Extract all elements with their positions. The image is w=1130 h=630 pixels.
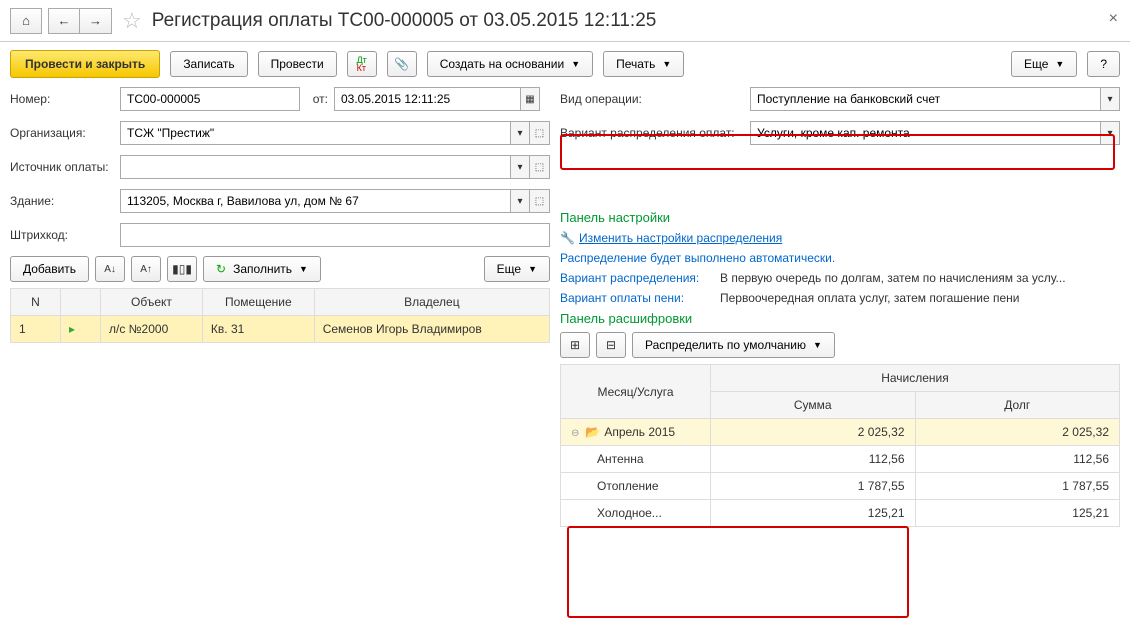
cell-sum: 1 787,55 bbox=[711, 473, 916, 500]
source-input[interactable] bbox=[120, 155, 510, 179]
cell-sum: 2 025,32 bbox=[711, 419, 916, 446]
forward-button[interactable]: → bbox=[80, 8, 112, 34]
save-button[interactable]: Записать bbox=[170, 51, 247, 77]
barcode-icon[interactable]: ▮▯▮ bbox=[167, 256, 197, 282]
op-type-input[interactable] bbox=[750, 87, 1100, 111]
calendar-icon[interactable]: ▦ bbox=[520, 87, 540, 111]
number-input[interactable] bbox=[120, 87, 300, 111]
from-label: от: bbox=[300, 92, 334, 106]
detail-table: Месяц/Услуга Начисления Сумма Долг ⊖ 📂 Апр… bbox=[560, 364, 1120, 527]
month-label: Апрель 2015 bbox=[604, 425, 675, 439]
barcode-label: Штрихкод: bbox=[10, 228, 120, 242]
sort-asc-icon[interactable]: A↓ bbox=[95, 256, 125, 282]
item-label: Антенна bbox=[561, 446, 711, 473]
penalty-val: Первоочередная оплата услуг, затем погаш… bbox=[720, 291, 1019, 305]
fill-button[interactable]: ↻Заполнить▼ bbox=[203, 256, 321, 282]
dropdown-icon[interactable]: ▾ bbox=[1100, 121, 1120, 145]
dropdown-icon[interactable]: ▾ bbox=[510, 121, 530, 145]
cell-sum: 125,21 bbox=[711, 500, 916, 527]
item-label: Отопление bbox=[561, 473, 711, 500]
date-input[interactable] bbox=[334, 87, 520, 111]
open-icon[interactable]: ⬚ bbox=[530, 189, 550, 213]
flag-icon: ▸ bbox=[61, 316, 101, 343]
tree-row-item[interactable]: Холодное... 125,21 125,21 bbox=[561, 500, 1120, 527]
distribute-label: Распределить по умолчанию bbox=[645, 338, 806, 352]
cell-n: 1 bbox=[11, 316, 61, 343]
cell-debt: 125,21 bbox=[915, 500, 1120, 527]
distribute-button[interactable]: Распределить по умолчанию▼ bbox=[632, 332, 835, 358]
attachments-icon[interactable]: 📎 bbox=[387, 51, 417, 77]
col-debt[interactable]: Долг bbox=[915, 392, 1120, 419]
cell-obj: л/с №2000 bbox=[101, 316, 203, 343]
add-button[interactable]: Добавить bbox=[10, 256, 89, 282]
expand-all-icon[interactable]: ⊞ bbox=[560, 332, 590, 358]
submit-close-button[interactable]: Провести и закрыть bbox=[10, 50, 160, 78]
wrench-icon: 🔧 bbox=[560, 231, 575, 245]
fill-label: Заполнить bbox=[233, 262, 292, 276]
building-input[interactable] bbox=[120, 189, 510, 213]
dropdown-icon[interactable]: ▾ bbox=[510, 155, 530, 179]
change-settings-link[interactable]: Изменить настройки распределения bbox=[579, 231, 782, 245]
table-row[interactable]: 1 ▸ л/с №2000 Кв. 31 Семенов Игорь Влади… bbox=[11, 316, 550, 343]
dropdown-icon[interactable]: ▾ bbox=[1100, 87, 1120, 111]
building-label: Здание: bbox=[10, 194, 120, 208]
source-label: Источник оплаты: bbox=[10, 160, 120, 174]
dist-label: Вариант распределения: bbox=[560, 271, 720, 285]
col-n[interactable]: N bbox=[11, 289, 61, 316]
folder-icon: 📂 bbox=[585, 425, 600, 439]
left-more-button[interactable]: Еще▼ bbox=[484, 256, 550, 282]
cell-owner: Семенов Игорь Владимиров bbox=[314, 316, 549, 343]
tree-row-month[interactable]: ⊖ 📂 Апрель 2015 2 025,32 2 025,32 bbox=[561, 419, 1120, 446]
more-button[interactable]: Еще▼ bbox=[1011, 51, 1077, 77]
org-input[interactable] bbox=[120, 121, 510, 145]
auto-dist-text: Распределение будет выполнено автоматиче… bbox=[560, 251, 1120, 265]
tree-row-item[interactable]: Антенна 112,56 112,56 bbox=[561, 446, 1120, 473]
dist-variant-label: Вариант распределения оплат: bbox=[560, 126, 750, 140]
create-based-label: Создать на основании bbox=[440, 57, 565, 71]
item-label: Холодное... bbox=[561, 500, 711, 527]
submit-button[interactable]: Провести bbox=[258, 51, 337, 77]
close-icon[interactable]: × bbox=[1109, 10, 1118, 28]
print-button[interactable]: Печать▼ bbox=[603, 51, 684, 77]
settings-panel-title: Панель настройки bbox=[560, 210, 1120, 225]
sort-desc-icon[interactable]: A↑ bbox=[131, 256, 161, 282]
collapse-icon[interactable]: ⊖ bbox=[571, 428, 579, 439]
print-label: Печать bbox=[616, 57, 655, 71]
collapse-all-icon[interactable]: ⊟ bbox=[596, 332, 626, 358]
dist-val: В первую очередь по долгам, затем по нач… bbox=[720, 271, 1066, 285]
col-sum[interactable]: Сумма bbox=[711, 392, 916, 419]
cell-room: Кв. 31 bbox=[202, 316, 314, 343]
home-button[interactable]: ⌂ bbox=[10, 8, 42, 34]
op-type-label: Вид операции: bbox=[560, 92, 750, 106]
open-icon[interactable]: ⬚ bbox=[530, 155, 550, 179]
number-label: Номер: bbox=[10, 92, 120, 106]
dtkt-icon[interactable]: ДтКт bbox=[347, 51, 377, 77]
penalty-label: Вариант оплаты пени: bbox=[560, 291, 720, 305]
open-icon[interactable]: ⬚ bbox=[530, 121, 550, 145]
accounts-table: N Объект Помещение Владелец 1 ▸ л/с №200… bbox=[10, 288, 550, 343]
org-label: Организация: bbox=[10, 126, 120, 140]
star-icon[interactable]: ☆ bbox=[122, 8, 142, 34]
cell-debt: 2 025,32 bbox=[915, 419, 1120, 446]
dist-variant-input[interactable] bbox=[750, 121, 1100, 145]
col-month[interactable]: Месяц/Услуга bbox=[561, 365, 711, 419]
cell-sum: 112,56 bbox=[711, 446, 916, 473]
cell-debt: 1 787,55 bbox=[915, 473, 1120, 500]
col-charges[interactable]: Начисления bbox=[711, 365, 1120, 392]
help-button[interactable]: ? bbox=[1087, 51, 1120, 77]
col-owner[interactable]: Владелец bbox=[314, 289, 549, 316]
detail-panel-title: Панель расшифровки bbox=[560, 311, 1120, 326]
cell-debt: 112,56 bbox=[915, 446, 1120, 473]
dropdown-icon[interactable]: ▾ bbox=[510, 189, 530, 213]
page-title: Регистрация оплаты ТС00-000005 от 03.05.… bbox=[152, 10, 657, 32]
create-based-button[interactable]: Создать на основании▼ bbox=[427, 51, 593, 77]
barcode-input[interactable] bbox=[120, 223, 550, 247]
highlight-annotation bbox=[567, 526, 909, 618]
col-room[interactable]: Помещение bbox=[202, 289, 314, 316]
tree-row-item[interactable]: Отопление 1 787,55 1 787,55 bbox=[561, 473, 1120, 500]
back-button[interactable]: ← bbox=[48, 8, 80, 34]
left-more-label: Еще bbox=[497, 262, 521, 276]
col-obj[interactable]: Объект bbox=[101, 289, 203, 316]
more-label: Еще bbox=[1024, 57, 1048, 71]
